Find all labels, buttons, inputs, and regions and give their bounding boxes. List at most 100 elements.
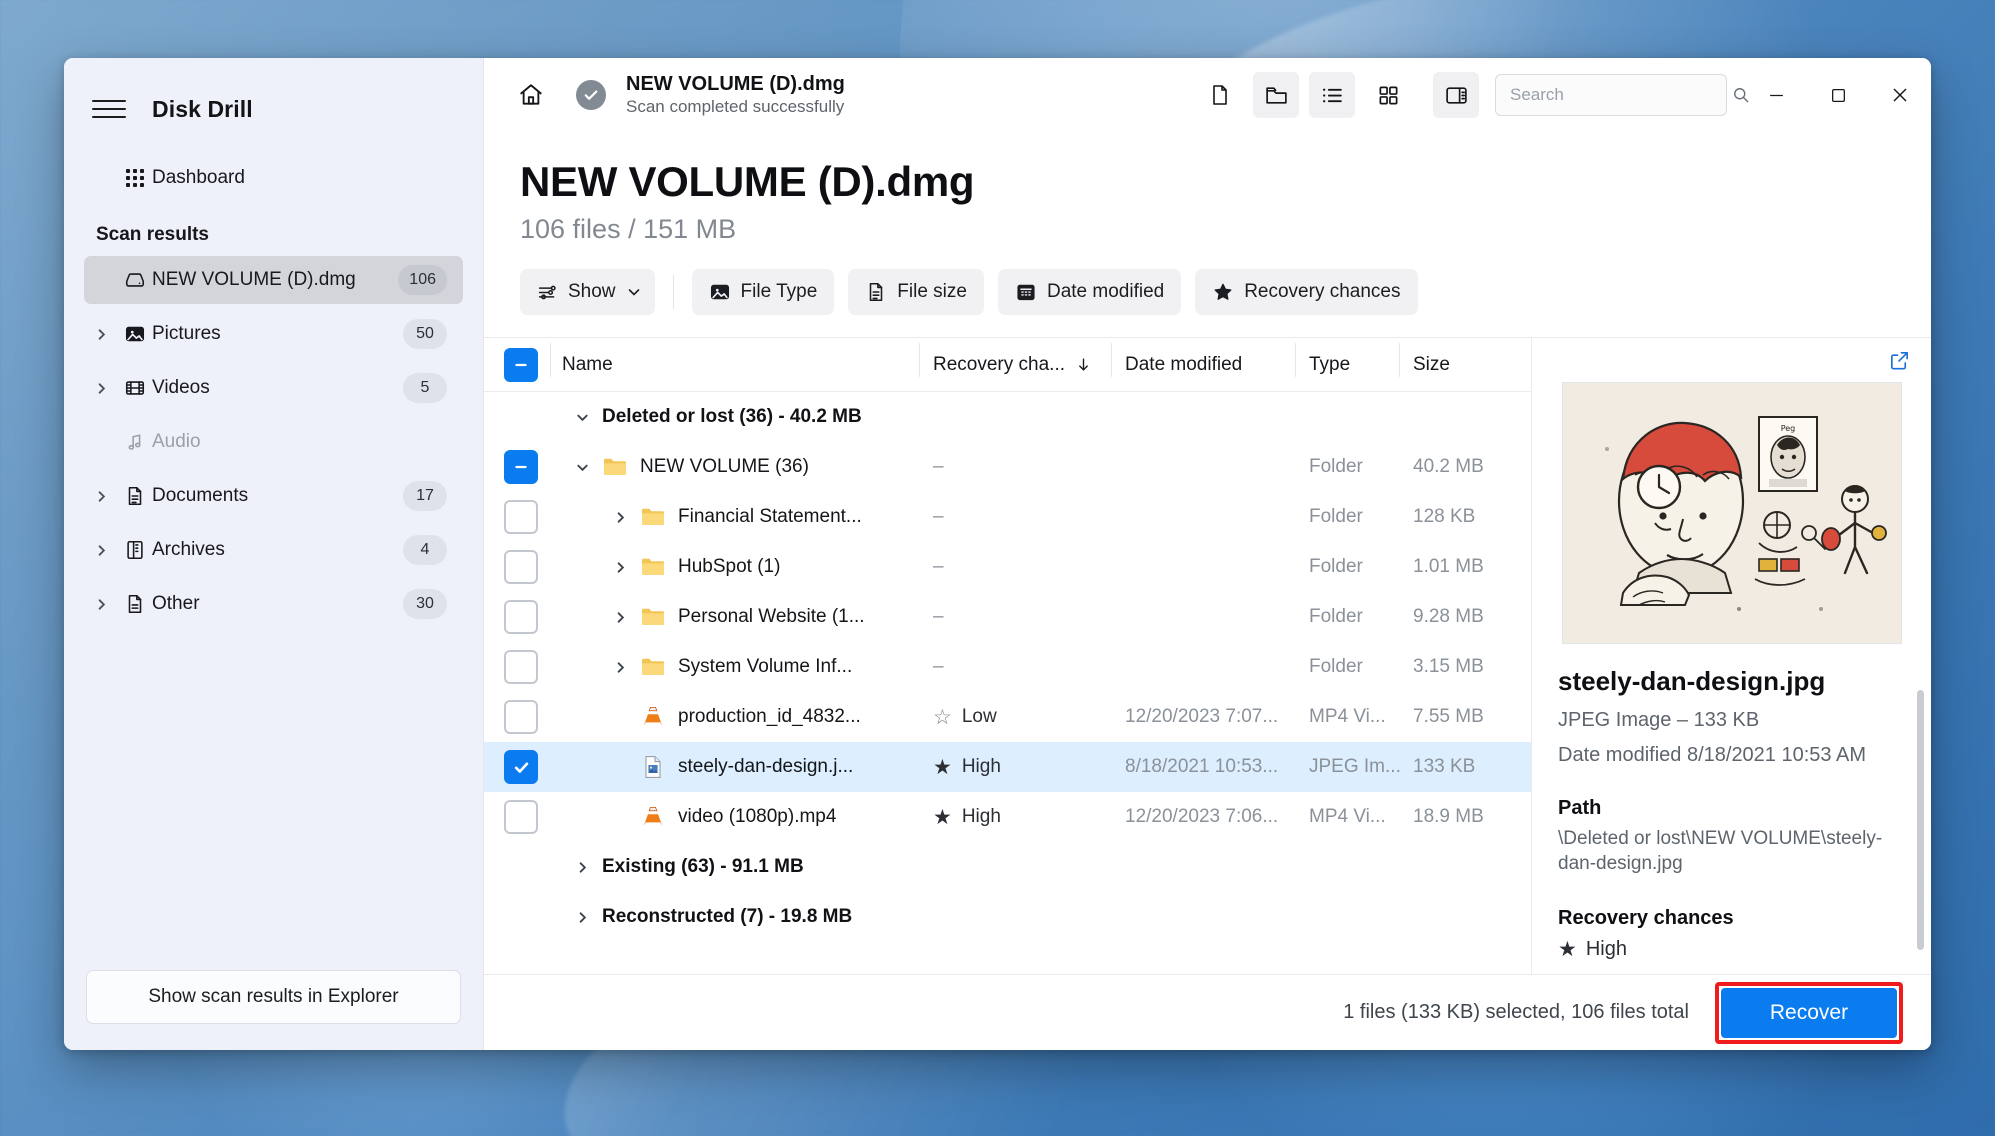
preview-toolbar xyxy=(1532,338,1931,382)
sidebar-item-dashboard[interactable]: Dashboard xyxy=(84,154,463,202)
row-checkbox[interactable] xyxy=(504,750,538,784)
column-header-type[interactable]: Type xyxy=(1295,342,1413,377)
chevron-right-icon[interactable] xyxy=(600,660,640,675)
recover-button[interactable]: Recover xyxy=(1721,987,1897,1038)
row-checkbox[interactable] xyxy=(504,600,538,634)
preview-file-meta: JPEG Image – 133 KB xyxy=(1558,709,1760,731)
table-row[interactable]: HubSpot (1) – Folder 1.01 MB xyxy=(484,542,1531,592)
table-row[interactable]: NEW VOLUME (36) – Folder 40.2 MB xyxy=(484,442,1531,492)
row-checkbox[interactable] xyxy=(504,700,538,734)
filter-chip-recovery-chances[interactable]: Recovery chances xyxy=(1195,269,1418,315)
chevron-right-icon[interactable] xyxy=(84,543,118,558)
file-view-icon[interactable] xyxy=(1197,72,1243,118)
row-checkbox[interactable] xyxy=(504,650,538,684)
column-header-recovery[interactable]: Recovery cha... xyxy=(919,342,1125,377)
preview-path-value: \Deleted or lost\NEW VOLUME\steely-dan-d… xyxy=(1558,828,1883,875)
filter-chip-file-type[interactable]: File Type xyxy=(691,269,835,315)
chevron-down-icon[interactable] xyxy=(562,460,602,475)
row-checkbox[interactable] xyxy=(504,550,538,584)
row-type-cell: Folder xyxy=(1309,606,1363,627)
chevron-down-icon[interactable] xyxy=(562,410,602,425)
chevron-right-icon[interactable] xyxy=(84,381,118,396)
file-table-pane: Name Recovery cha... Date modified Type … xyxy=(484,338,1531,974)
star-icon: ★ xyxy=(933,755,952,779)
row-date-cell: 12/20/2023 7:07... xyxy=(1125,706,1279,727)
show-in-explorer-button[interactable]: Show scan results in Explorer xyxy=(86,970,461,1024)
row-checkbox[interactable] xyxy=(504,500,538,534)
row-size-cell: 7.55 MB xyxy=(1413,706,1484,727)
column-header-date-label: Date modified xyxy=(1125,353,1243,375)
table-row[interactable]: production_id_4832... ☆ Low 12/20/2023 7:07… xyxy=(484,692,1531,742)
minimize-icon[interactable] xyxy=(1745,58,1807,132)
maximize-icon[interactable] xyxy=(1807,58,1869,132)
chevron-right-icon[interactable] xyxy=(600,610,640,625)
chevron-right-icon[interactable] xyxy=(562,910,602,925)
search-box[interactable] xyxy=(1495,74,1749,116)
chevron-right-icon[interactable] xyxy=(84,597,118,612)
filter-chip-file-size[interactable]: File size xyxy=(848,269,984,315)
row-checkbox[interactable] xyxy=(504,800,538,834)
row-recovery-cell: – xyxy=(933,656,1125,678)
home-icon[interactable] xyxy=(508,72,554,118)
sidebar-item-pictures[interactable]: Pictures 50 xyxy=(84,310,463,358)
table-group-row[interactable]: Reconstructed (7) - 19.8 MB xyxy=(484,892,1531,942)
row-recovery-cell: ★ High xyxy=(933,806,1125,828)
search-input[interactable] xyxy=(1510,85,1731,105)
row-recovery-cell: ☆ Low xyxy=(933,706,1125,728)
page-title: NEW VOLUME (D).dmg xyxy=(520,158,975,205)
row-date-cell: 8/18/2021 10:53... xyxy=(1125,756,1279,777)
column-header-size[interactable]: Size xyxy=(1399,342,1531,377)
sidebar-item-documents[interactable]: Documents 17 xyxy=(84,472,463,520)
chevron-right-icon[interactable] xyxy=(600,560,640,575)
row-recovery-cell: – xyxy=(933,506,1125,528)
chevron-right-icon[interactable] xyxy=(84,489,118,504)
sidebar-item-audio: Audio xyxy=(84,418,463,466)
app-title: Disk Drill xyxy=(152,95,253,122)
row-name: steely-dan-design.j... xyxy=(640,754,853,780)
page-header: NEW VOLUME (D).dmg 106 files / 151 MB xyxy=(484,132,1931,245)
close-icon[interactable] xyxy=(1869,58,1931,132)
hamburger-menu-icon[interactable] xyxy=(92,92,126,126)
table-row[interactable]: Personal Website (1... – Folder 9.28 MB xyxy=(484,592,1531,642)
filter-chip-date-modified[interactable]: Date modified xyxy=(997,269,1182,315)
sidebar-item-videos[interactable]: Videos 5 xyxy=(84,364,463,412)
sidebar-item-count: 4 xyxy=(403,535,447,565)
table-group-label: Existing (63) - 91.1 MB xyxy=(602,856,804,877)
table-row[interactable]: Financial Statement... – Folder 128 KB xyxy=(484,492,1531,542)
chevron-right-icon[interactable] xyxy=(600,510,640,525)
panel-view-icon[interactable] xyxy=(1433,72,1479,118)
chevron-right-icon[interactable] xyxy=(562,860,602,875)
table-row[interactable]: steely-dan-design.j... ★ High 8/18/2021 10:… xyxy=(484,742,1531,792)
view-toolbar xyxy=(1197,72,1479,118)
grid-apps-icon xyxy=(118,168,152,188)
select-all-checkbox[interactable] xyxy=(504,347,538,382)
folder-view-icon[interactable] xyxy=(1253,72,1299,118)
empty-value: – xyxy=(933,506,944,527)
row-name-label: video (1080p).mp4 xyxy=(678,806,837,827)
open-external-icon[interactable] xyxy=(1888,349,1911,372)
recovery-label: Low xyxy=(961,706,997,727)
table-row[interactable]: video (1080p).mp4 ★ High 12/20/2023 7:06...… xyxy=(484,792,1531,842)
column-header-date[interactable]: Date modified xyxy=(1111,342,1309,377)
grid-view-icon[interactable] xyxy=(1365,72,1411,118)
table-group-row[interactable]: Existing (63) - 91.1 MB xyxy=(484,842,1531,892)
sidebar-item-new-volume-d-dmg[interactable]: NEW VOLUME (D).dmg 106 xyxy=(84,256,463,304)
list-view-icon[interactable] xyxy=(1309,72,1355,118)
column-header-name[interactable]: Name xyxy=(550,342,933,377)
empty-value: – xyxy=(933,656,944,677)
preview-scrollbar[interactable] xyxy=(1917,690,1924,950)
preview-thumbnail[interactable]: Peg xyxy=(1561,382,1902,644)
show-filter-button[interactable]: Show xyxy=(520,269,655,315)
preview-file-name: steely-dan-design.jpg xyxy=(1558,666,1826,696)
row-name-cell: Financial Statement... xyxy=(562,504,933,530)
table-row[interactable]: System Volume Inf... – Folder 3.15 MB xyxy=(484,642,1531,692)
row-checkbox[interactable] xyxy=(504,450,538,484)
row-name: Personal Website (1... xyxy=(640,604,865,630)
sidebar-item-archives[interactable]: Archives 4 xyxy=(84,526,463,574)
row-checkbox-cell xyxy=(504,500,562,534)
row-type-cell: MP4 Vi... xyxy=(1309,706,1386,727)
row-recovery-cell: – xyxy=(933,606,1125,628)
table-group-row[interactable]: Deleted or lost (36) - 40.2 MB xyxy=(484,392,1531,442)
sidebar-item-other[interactable]: Other 30 xyxy=(84,580,463,628)
chevron-right-icon[interactable] xyxy=(84,327,118,342)
